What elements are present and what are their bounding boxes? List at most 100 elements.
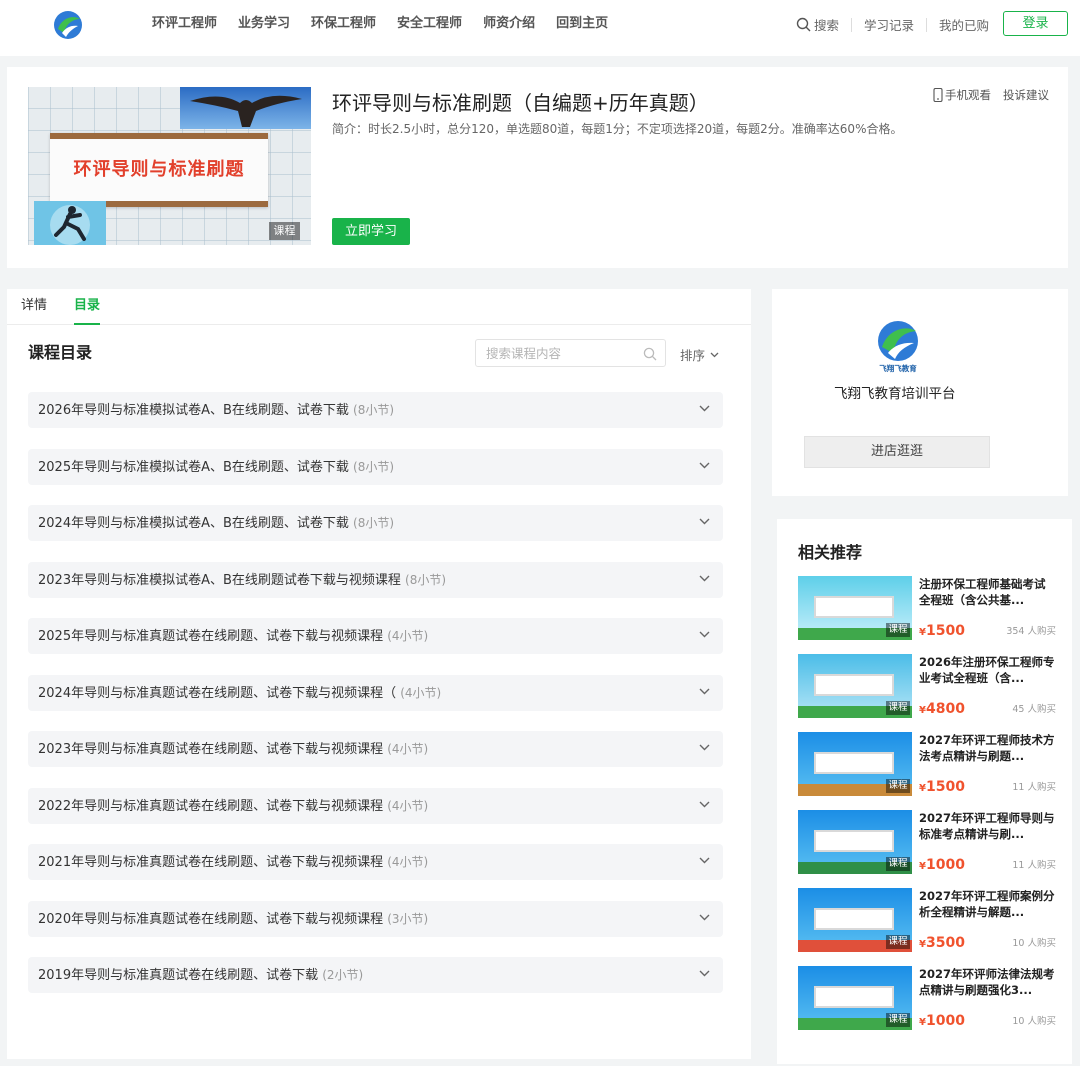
- catalog-title: 课程目录: [28, 343, 93, 362]
- chapter-item[interactable]: 2020年导则与标准真题试卷在线刷题、试卷下载与视频课程 (3小节): [28, 900, 723, 937]
- shop-name: 飞翔飞教育培训平台: [834, 386, 956, 402]
- course-price: ¥1500: [919, 622, 965, 642]
- chapter-title-text: 2021年导则与标准真题试卷在线刷题、试卷下载与视频课程: [38, 855, 384, 870]
- chapter-item[interactable]: 2019年导则与标准真题试卷在线刷题、试卷下载 (2小节): [28, 957, 723, 993]
- price-value: 1000: [925, 857, 965, 873]
- course-tag: 课程: [886, 701, 910, 715]
- site-logo-icon[interactable]: [52, 9, 84, 41]
- course-tag: 课程: [886, 857, 910, 871]
- course-thumbnail: 课程: [798, 654, 912, 718]
- nav-item-business[interactable]: 业务学习: [238, 15, 290, 33]
- study-history-link[interactable]: 学习记录: [864, 15, 914, 34]
- chapter-title-text: 2025年导则与标准真题试卷在线刷题、试卷下载与视频课程: [38, 629, 384, 644]
- recommended-course[interactable]: 课程 2027年环评工程师导则与标准考点精讲与刷... ¥1000 11 人购买: [798, 810, 1056, 876]
- chapter-item[interactable]: 2025年导则与标准模拟试卷A、B在线刷题、试卷下载 (8小节): [28, 448, 723, 485]
- mobile-watch-label: 手机观看: [945, 88, 991, 102]
- chevron-down-icon: [699, 462, 710, 468]
- chapter-item[interactable]: 2022年导则与标准真题试卷在线刷题、试卷下载与视频课程 (4小节): [28, 787, 723, 824]
- nav-item-teachers[interactable]: 师资介绍: [483, 15, 535, 33]
- chapter-title: 2021年导则与标准真题试卷在线刷题、试卷下载与视频课程 (4小节): [38, 853, 428, 872]
- thumbnail-banner: [814, 596, 894, 618]
- recommended-course-title: 2027年环评师法律法规考点精讲与刷题强化3...: [919, 967, 1055, 997]
- chapter-item[interactable]: 2026年导则与标准模拟试卷A、B在线刷题、试卷下载 (8小节): [28, 392, 723, 428]
- search-icon[interactable]: [643, 347, 657, 361]
- chapter-item[interactable]: 2023年导则与标准模拟试卷A、B在线刷题试卷下载与视频课程 (8小节): [28, 561, 723, 598]
- chapter-item[interactable]: 2024年导则与标准模拟试卷A、B在线刷题、试卷下载 (8小节): [28, 505, 723, 541]
- chapter-count: (8小节): [353, 403, 395, 417]
- chapter-item[interactable]: 2021年导则与标准真题试卷在线刷题、试卷下载与视频课程 (4小节): [28, 844, 723, 880]
- chapter-title-text: 2019年导则与标准真题试卷在线刷题、试卷下载: [38, 968, 319, 983]
- recommended-course[interactable]: 课程 注册环保工程师基础考试全程班（含公共基... ¥1500 354 人购买: [798, 576, 1056, 642]
- chapter-title-text: 2025年导则与标准模拟试卷A、B在线刷题、试卷下载: [38, 459, 349, 475]
- course-tag: 课程: [886, 779, 910, 793]
- recommended-course[interactable]: 课程 2027年环评工程师案例分析全程精讲与解题... ¥3500 10 人购买: [798, 888, 1056, 954]
- runner-image: [34, 201, 106, 245]
- chapter-count: (2小节): [322, 968, 364, 982]
- thumbnail-banner: [814, 674, 894, 696]
- nav-item-safety[interactable]: 安全工程师: [397, 15, 462, 33]
- nav-item-huanping[interactable]: 环评工程师: [152, 15, 217, 33]
- tab-catalog[interactable]: 目录: [74, 297, 100, 315]
- chapter-count: (4小节): [387, 855, 429, 869]
- chapter-item[interactable]: 2024年导则与标准真题试卷在线刷题、试卷下载与视频课程（ (4小节): [28, 674, 723, 711]
- eagle-image: [180, 87, 311, 129]
- thumbnail-banner: [814, 986, 894, 1008]
- chapter-count: (8小节): [353, 459, 395, 474]
- recommended-course[interactable]: 课程 2027年环评师法律法规考点精讲与刷题强化3... ¥1000 10 人购…: [798, 966, 1056, 1032]
- sort-dropdown[interactable]: 排序: [680, 345, 719, 364]
- chapter-title-text: 2026年导则与标准模拟试卷A、B在线刷题、试卷下载: [38, 403, 349, 418]
- course-thumbnail: 课程: [798, 810, 912, 874]
- shop-logo-icon[interactable]: 飞翔飞教育: [874, 319, 922, 373]
- chapter-title-text: 2023年导则与标准模拟试卷A、B在线刷题试卷下载与视频课程: [38, 572, 401, 588]
- chapter-title-text: 2020年导则与标准真题试卷在线刷题、试卷下载与视频课程: [38, 911, 384, 927]
- catalog-search: [475, 339, 666, 367]
- chapter-title: 2025年导则与标准真题试卷在线刷题、试卷下载与视频课程 (4小节): [38, 627, 428, 646]
- course-actions: 手机观看 投诉建议: [933, 87, 1049, 103]
- nav-item-home[interactable]: 回到主页: [556, 15, 608, 33]
- catalog-search-input[interactable]: [476, 340, 636, 366]
- chevron-down-icon: [699, 518, 710, 525]
- chevron-down-icon: [699, 857, 710, 864]
- enter-shop-button[interactable]: 进店逛逛: [804, 436, 990, 468]
- shop-card: 飞翔飞教育 飞翔飞教育培训平台 进店逛逛: [772, 289, 1068, 496]
- start-study-button[interactable]: 立即学习: [332, 218, 410, 245]
- course-tag: 课程: [886, 1013, 910, 1027]
- chapter-item[interactable]: 2025年导则与标准真题试卷在线刷题、试卷下载与视频课程 (4小节): [28, 618, 723, 654]
- thumbnail-banner: [814, 752, 894, 774]
- sold-count: 45 人购买: [1012, 704, 1056, 715]
- price-value: 3500: [925, 935, 965, 951]
- shop-logo-text: 飞翔飞教育: [879, 363, 917, 373]
- recommended-course-title: 2027年环评工程师案例分析全程精讲与解题...: [919, 889, 1055, 919]
- chevron-down-icon: [699, 744, 710, 751]
- my-purchased-link[interactable]: 我的已购: [939, 15, 989, 34]
- cover-text: 环评导则与标准刷题: [73, 159, 245, 180]
- sold-count: 11 人购买: [1012, 860, 1056, 871]
- course-content-panel: 详情 目录 课程目录 排序 2026年导则与标准模拟试卷A、B在线刷题、试卷下载…: [7, 289, 751, 1059]
- course-thumbnail: 课程: [798, 576, 912, 640]
- mobile-watch-link[interactable]: 手机观看: [933, 87, 991, 103]
- chapter-title: 2026年导则与标准模拟试卷A、B在线刷题、试卷下载 (8小节): [38, 401, 394, 420]
- course-cover-image[interactable]: 环评导则与标准刷题 课程: [28, 87, 311, 245]
- nav-item-huanbao[interactable]: 环保工程师: [311, 15, 376, 33]
- chevron-down-icon: [699, 688, 710, 694]
- course-header: 环评导则与标准刷题 课程 环评导则与标准刷题（自编题+历年真题） 简介：时长2.…: [7, 67, 1068, 268]
- login-button[interactable]: 登录: [1003, 11, 1068, 36]
- course-thumbnail: 课程: [798, 732, 912, 796]
- chevron-down-icon: [699, 970, 710, 977]
- chevron-down-icon: [699, 631, 710, 638]
- main-nav: 环评工程师 业务学习 环保工程师 安全工程师 师资介绍 回到主页: [152, 15, 608, 33]
- recommended-course[interactable]: 课程 2027年环评工程师技术方法考点精讲与刷题... ¥1500 11 人购买: [798, 732, 1056, 798]
- feedback-link[interactable]: 投诉建议: [1003, 87, 1049, 103]
- chapter-title: 2024年导则与标准模拟试卷A、B在线刷题、试卷下载 (8小节): [38, 514, 394, 533]
- course-price: ¥1000: [919, 1012, 965, 1032]
- recommended-course[interactable]: 课程 2026年注册环保工程师专业考试全程班（含... ¥4800 45 人购买: [798, 654, 1056, 720]
- chapter-item[interactable]: 2023年导则与标准真题试卷在线刷题、试卷下载与视频课程 (4小节): [28, 731, 723, 767]
- tab-details[interactable]: 详情: [21, 297, 47, 315]
- header-search-button[interactable]: 搜索: [796, 15, 839, 34]
- course-price: ¥1500: [919, 778, 965, 798]
- course-price: ¥4800: [919, 700, 965, 720]
- chevron-down-icon: [699, 575, 710, 581]
- recommended-course-title: 2027年环评工程师导则与标准考点精讲与刷...: [919, 811, 1055, 841]
- chapter-title: 2020年导则与标准真题试卷在线刷题、试卷下载与视频课程 (3小节): [38, 910, 428, 929]
- chapter-count: (4小节): [400, 685, 442, 700]
